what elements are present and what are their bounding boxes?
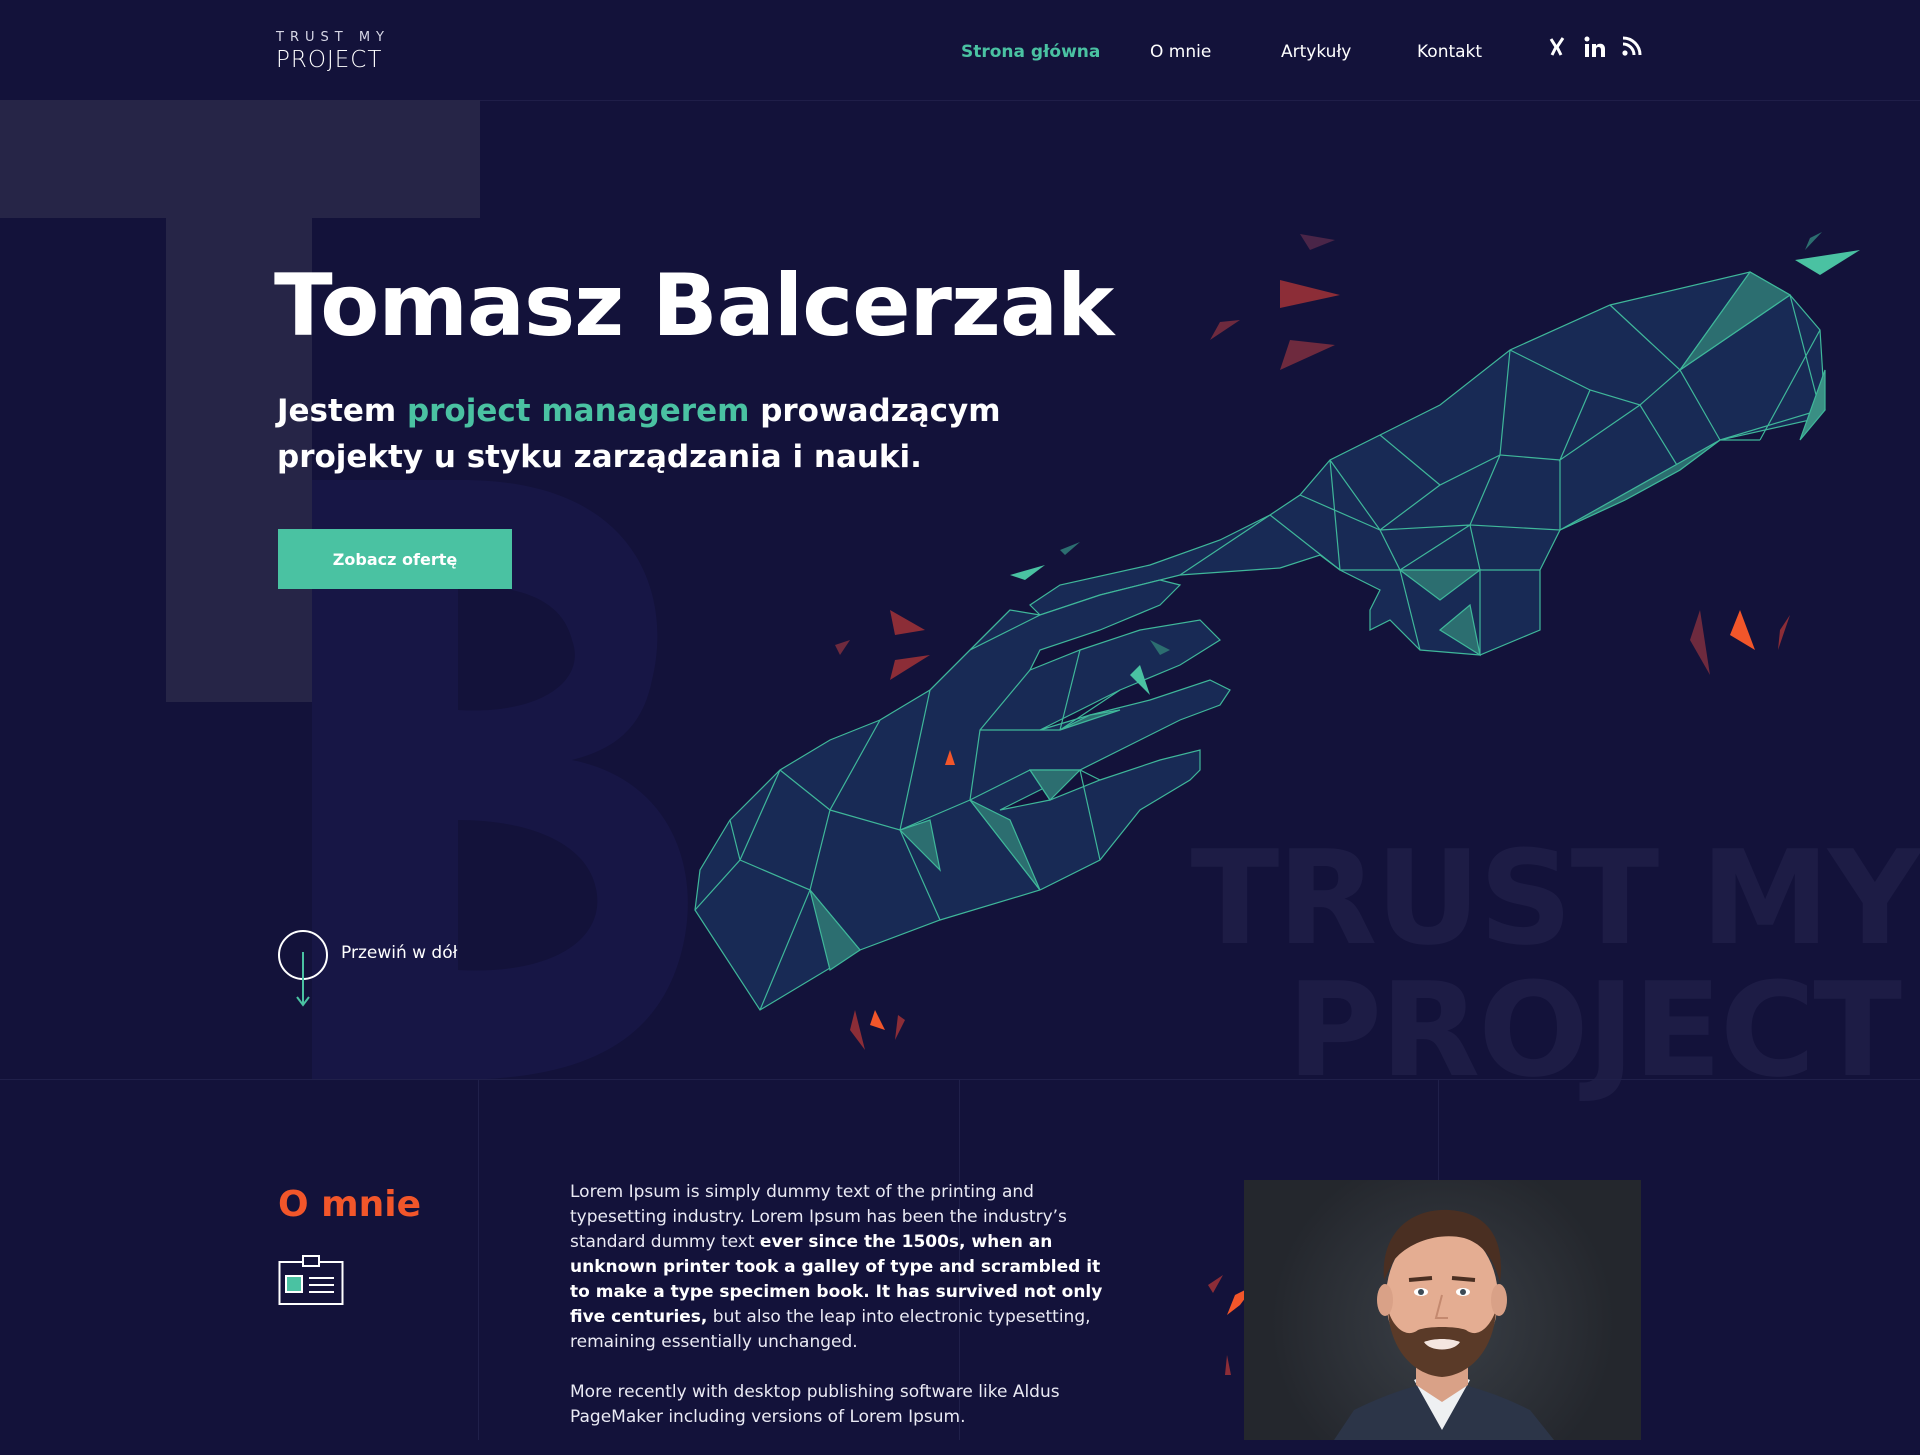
hero-subtitle-accent: project managerem bbox=[406, 393, 750, 429]
logo-top-text: TRUST MY bbox=[276, 30, 390, 45]
see-offer-button[interactable]: Zobacz ofertę bbox=[278, 529, 512, 589]
nav-item-home[interactable]: Strona główna bbox=[961, 42, 1100, 62]
grid-line bbox=[478, 1080, 479, 1440]
logo[interactable]: TRUST MY PROJECT bbox=[276, 30, 390, 73]
scroll-down-label[interactable]: Przewiń w dół bbox=[341, 943, 457, 963]
about-text: Lorem Ipsum is simply dummy text of the … bbox=[570, 1180, 1115, 1455]
profile-photo bbox=[1244, 1180, 1641, 1440]
about-paragraph-1: Lorem Ipsum is simply dummy text of the … bbox=[570, 1180, 1115, 1355]
arrow-down-icon bbox=[296, 952, 310, 1007]
nav-item-about[interactable]: O mnie bbox=[1150, 42, 1211, 62]
background-letter-t-bar bbox=[0, 100, 480, 218]
nav-item-articles[interactable]: Artykuły bbox=[1281, 42, 1351, 62]
linkedin-icon[interactable] bbox=[1584, 36, 1610, 62]
section-divider bbox=[0, 1079, 1920, 1080]
id-card-icon bbox=[278, 1255, 344, 1305]
nav-item-contact[interactable]: Kontakt bbox=[1417, 42, 1482, 62]
rss-icon[interactable] bbox=[1622, 36, 1648, 62]
hero-title: Tomasz Balcerzak bbox=[274, 256, 1114, 356]
xing-icon[interactable] bbox=[1548, 36, 1574, 62]
hero-subtitle-prefix: Jestem bbox=[277, 393, 407, 429]
logo-bottom-text: PROJECT bbox=[276, 47, 383, 73]
about-paragraph-2: More recently with desktop publishing so… bbox=[570, 1382, 1060, 1427]
hero-subtitle: Jestem project managerem prowadzącym pro… bbox=[277, 388, 1037, 480]
about-title: O mnie bbox=[278, 1184, 422, 1225]
